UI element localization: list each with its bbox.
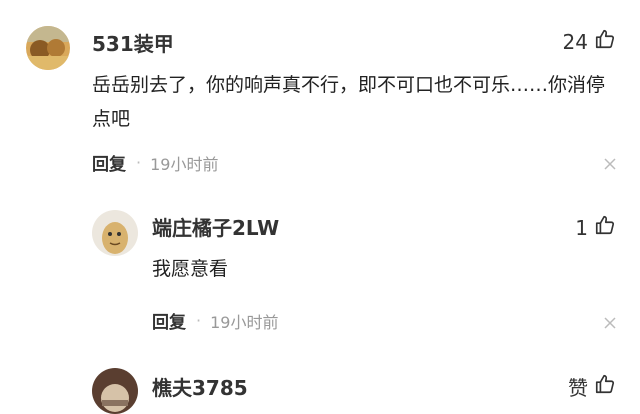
comment-meta: 回复 · 19小时前 (92, 150, 218, 175)
like-button[interactable]: 1 (575, 214, 616, 241)
timestamp: 19小时前 (210, 312, 279, 332)
separator-dot: · (196, 311, 202, 330)
avatar[interactable] (92, 210, 138, 256)
reply-button[interactable]: 回复 (92, 150, 126, 175)
username[interactable]: 端庄橘子2LW (152, 212, 279, 241)
like-button[interactable]: 赞 (568, 372, 616, 401)
like-count: 1 (575, 215, 588, 240)
separator-dot: · (136, 153, 142, 172)
like-button[interactable]: 24 (563, 28, 616, 55)
thumbs-up-icon (594, 214, 616, 241)
comment-item: 531装甲 24 岳岳别去了，你的响声真不行，即不可口也不可乐……你消停点吧 回… (0, 0, 640, 190)
timestamp: 19小时前 (150, 154, 219, 174)
reply-item: 樵夫3785 赞 (0, 350, 640, 414)
username[interactable]: 531装甲 (92, 28, 174, 57)
reply-item: 端庄橘子2LW 1 我愿意看 回复 · 19小时前 (0, 190, 640, 350)
close-icon[interactable] (604, 155, 616, 170)
comment-meta: 回复 · 19小时前 (152, 308, 278, 333)
like-label: 赞 (568, 376, 588, 400)
username[interactable]: 樵夫3785 (152, 372, 248, 401)
like-count: 24 (562, 29, 588, 54)
comment-text: 我愿意看 (152, 258, 229, 280)
thumbs-up-icon (594, 373, 616, 400)
close-icon[interactable] (604, 314, 616, 329)
avatar[interactable] (92, 368, 138, 414)
comment-text: 岳岳别去了，你的响声真不行，即不可口也不可乐……你消停点吧 (92, 74, 606, 130)
thumbs-up-icon (594, 28, 616, 55)
avatar[interactable] (26, 26, 70, 70)
reply-button[interactable]: 回复 (152, 308, 186, 333)
